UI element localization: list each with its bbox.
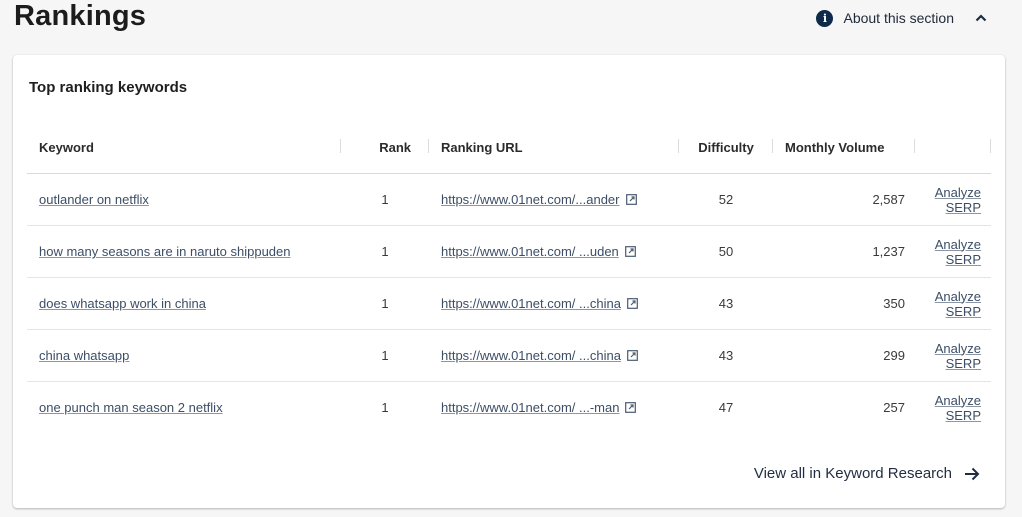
table-row: how many seasons are in naruto shippuden…	[27, 225, 991, 278]
ranking-url-cell: https://www.01net.com/ ...uden	[429, 225, 679, 278]
keyword-cell: one punch man season 2 netflix	[27, 382, 341, 434]
page-title: Rankings	[14, 0, 147, 32]
rank-cell: 1	[341, 225, 429, 278]
table-header-row: Keyword Rank Ranking URL Difficulty Mont…	[27, 121, 991, 174]
keyword-cell: outlander on netflix	[27, 173, 341, 226]
monthly-volume-cell: 350	[773, 277, 915, 330]
table-row: outlander on netflix 1 https://www.01net.c…	[27, 173, 991, 226]
monthly-volume-cell: 257	[883, 400, 905, 415]
difficulty-cell: 47	[718, 400, 734, 415]
ranking-url-cell: https://www.01net.com/...ander	[429, 173, 679, 226]
ranking-url-link[interactable]: https://www.01net.com/ ...china	[441, 348, 621, 363]
table-row: one punch man season 2 netflix 1 https://w…	[27, 382, 991, 434]
ranking-url-link[interactable]: https://www.01net.com/ ...china	[441, 296, 621, 311]
rank-cell: 1	[381, 400, 389, 415]
arrow-right-icon	[964, 467, 980, 481]
analyze-serp-link[interactable]: Analyze SERP	[935, 341, 981, 371]
table-row: china whatsapp 1 https://www.01net.com/ ..…	[27, 329, 991, 382]
column-header-rank[interactable]: Rank	[341, 121, 429, 174]
keyword-link[interactable]: does whatsapp work in china	[39, 296, 206, 311]
about-label: About this section	[843, 10, 954, 26]
difficulty-cell: 43	[679, 329, 773, 382]
difficulty-cell: 50	[679, 225, 773, 278]
info-icon: i	[816, 9, 834, 27]
action-cell: Analyze SERP	[915, 382, 991, 434]
monthly-volume-cell: 299	[773, 329, 915, 382]
analyze-serp-link[interactable]: Analyze SERP	[935, 393, 981, 423]
action-cell: Analyze SERP	[915, 225, 991, 278]
column-header-difficulty[interactable]: Difficulty	[679, 121, 773, 174]
keyword-cell: how many seasons are in naruto shippuden	[27, 225, 341, 278]
external-link-icon[interactable]	[627, 297, 638, 312]
ranking-url-link[interactable]: https://www.01net.com/ ...uden	[441, 244, 619, 259]
external-link-icon[interactable]	[625, 401, 637, 416]
difficulty-cell: 52	[679, 173, 773, 226]
keyword-link[interactable]: china whatsapp	[39, 348, 129, 363]
external-link-icon[interactable]	[627, 349, 638, 364]
top-ranking-keywords-card: Top ranking keywords Keyword Rank Rankin…	[13, 55, 1005, 508]
keywords-table: Keyword Rank Ranking URL Difficulty Mont…	[27, 121, 991, 433]
view-all-keyword-research-link[interactable]: View all in Keyword Research	[754, 465, 980, 482]
keyword-cell: china whatsapp	[27, 329, 341, 382]
keyword-cell: does whatsapp work in china	[27, 277, 341, 330]
rank-cell: 1	[341, 329, 429, 382]
ranking-url-link[interactable]: https://www.01net.com/ ...-man	[441, 400, 619, 415]
ranking-url-cell: https://www.01net.com/ ...-man	[429, 382, 679, 434]
action-cell: Analyze SERP	[915, 277, 991, 330]
column-header-monthly-volume[interactable]: Monthly Volume	[773, 121, 915, 174]
chevron-up-icon[interactable]	[974, 11, 988, 25]
action-cell: Analyze SERP	[915, 173, 991, 226]
column-header-keyword[interactable]: Keyword	[27, 121, 341, 174]
column-header-ranking-url[interactable]: Ranking URL	[429, 121, 679, 174]
keyword-link[interactable]: outlander on netflix	[39, 192, 149, 207]
table-row: does whatsapp work in china 1 https://www.…	[27, 277, 991, 330]
rank-cell: 1	[341, 173, 429, 226]
analyze-serp-link[interactable]: Analyze SERP	[935, 185, 981, 215]
monthly-volume-cell: 1,237	[773, 225, 915, 278]
analyze-serp-link[interactable]: Analyze SERP	[935, 289, 981, 319]
ranking-url-cell: https://www.01net.com/ ...china	[429, 329, 679, 382]
monthly-volume-cell: 2,587	[773, 173, 915, 226]
difficulty-cell: 43	[679, 277, 773, 330]
column-header-actions	[915, 121, 991, 174]
analyze-serp-link[interactable]: Analyze SERP	[935, 237, 981, 267]
ranking-url-link[interactable]: https://www.01net.com/...ander	[441, 192, 620, 207]
action-cell: Analyze SERP	[915, 329, 991, 382]
about-this-section-button[interactable]: i About this section	[816, 8, 988, 28]
ranking-url-cell: https://www.01net.com/ ...china	[429, 277, 679, 330]
keyword-link[interactable]: one punch man season 2 netflix	[39, 400, 223, 415]
card-title: Top ranking keywords	[29, 79, 188, 96]
keyword-link[interactable]: how many seasons are in naruto shippuden	[39, 244, 291, 259]
external-link-icon[interactable]	[624, 245, 636, 260]
rank-cell: 1	[341, 277, 429, 330]
external-link-icon[interactable]	[625, 193, 637, 208]
view-all-label: View all in Keyword Research	[753, 465, 952, 482]
